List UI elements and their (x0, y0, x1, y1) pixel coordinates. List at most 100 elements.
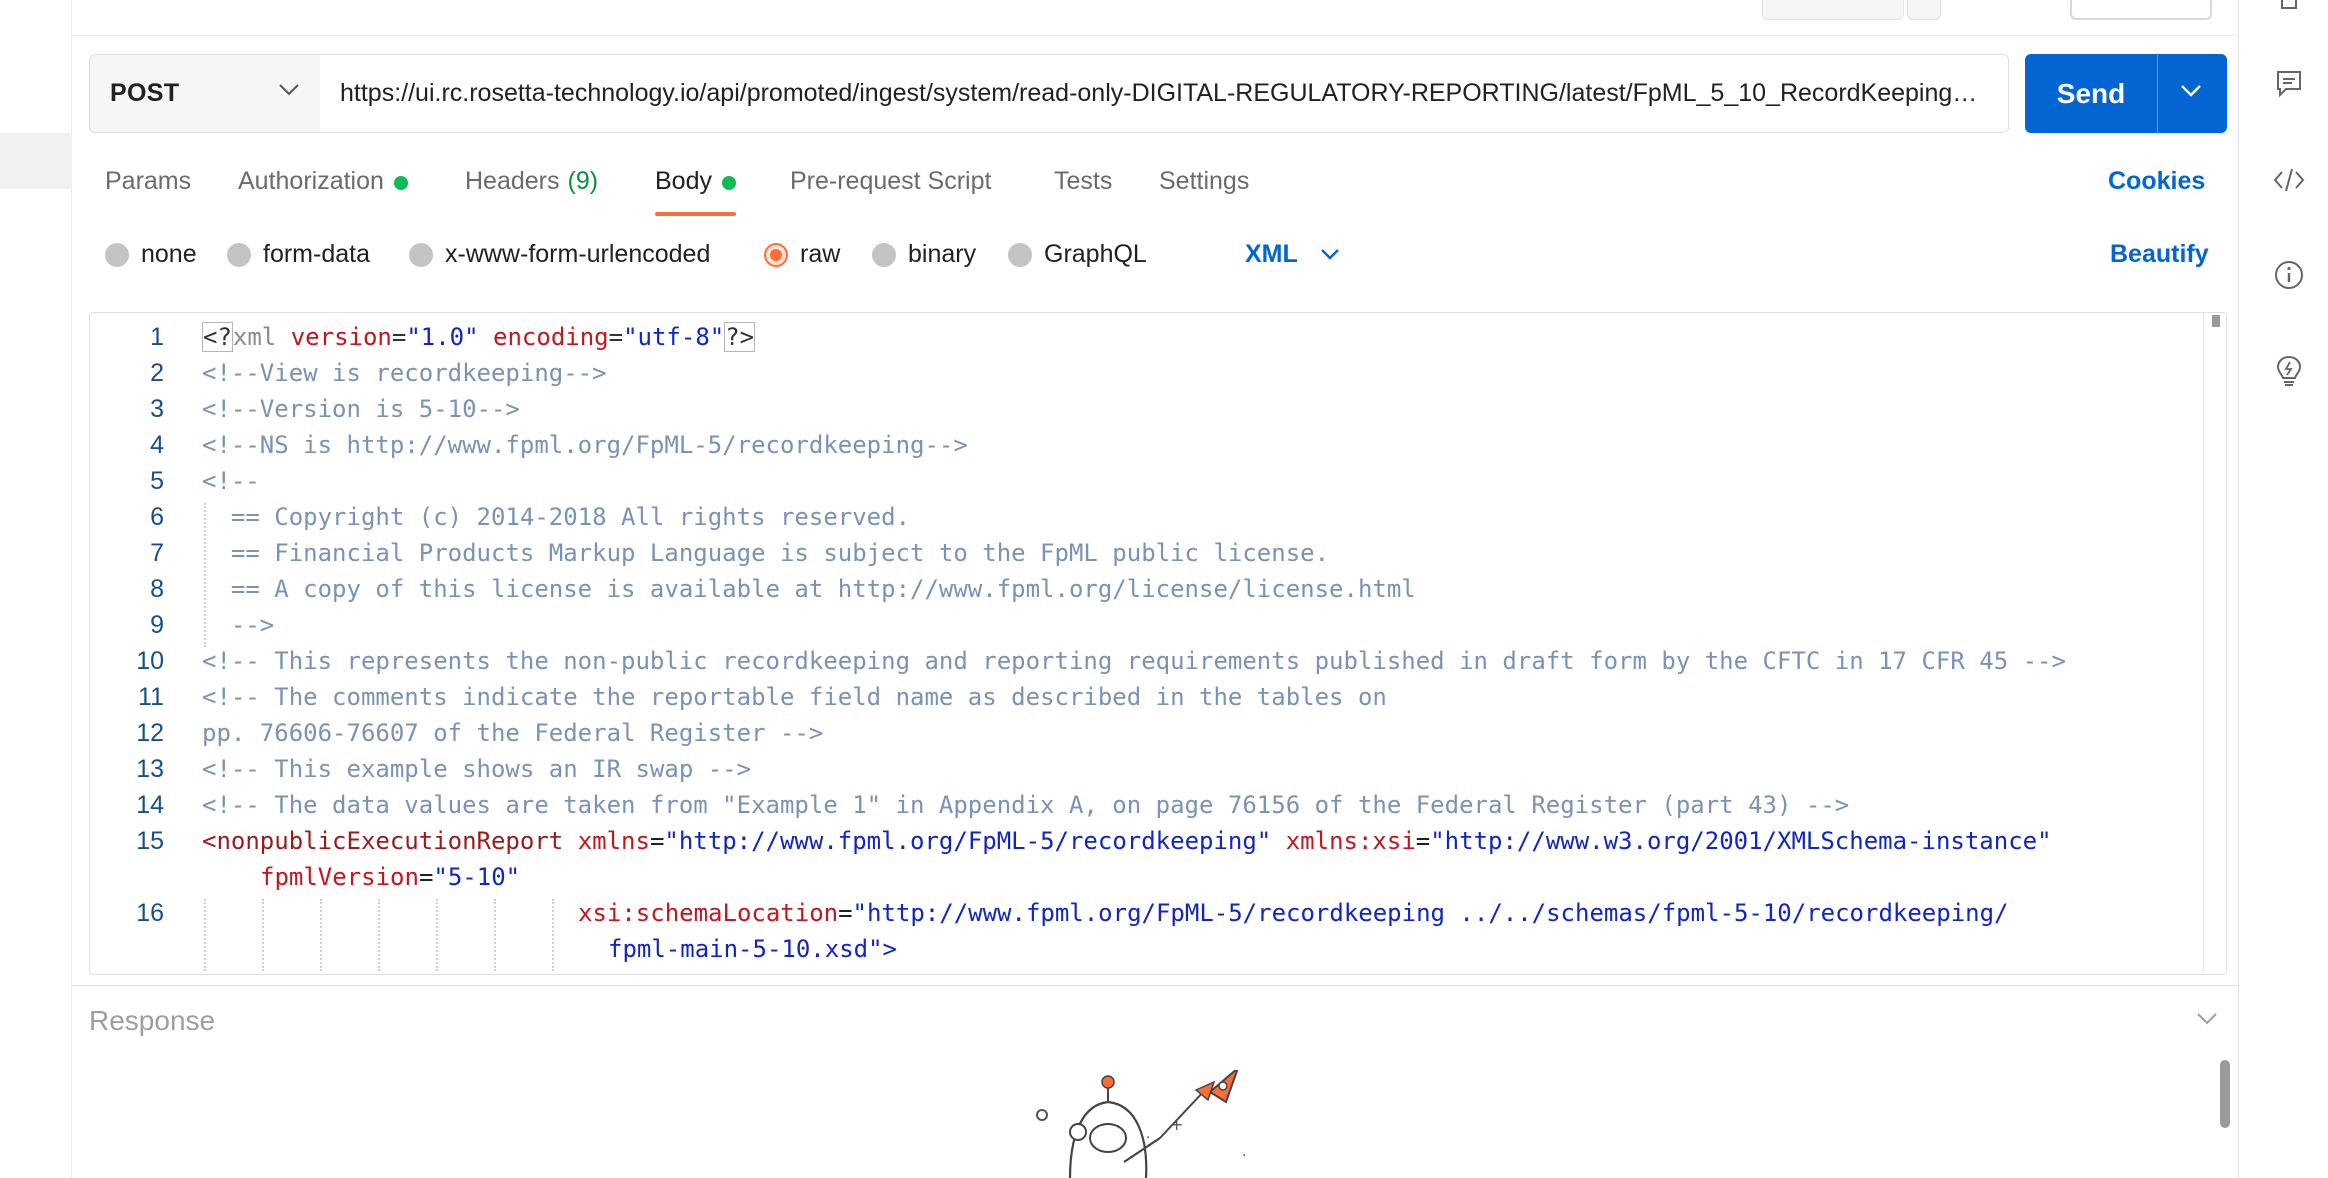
code-text: <nonpublicExecutionReport xmlns="http://… (202, 827, 2052, 855)
code-text: xsi:schemaLocation="http://www.fpml.org/… (578, 899, 2009, 927)
radio-none[interactable]: none (105, 240, 197, 269)
editor-scrollbar[interactable] (2203, 313, 2226, 974)
sidebar-selected-item[interactable] (0, 133, 72, 189)
tab-tests[interactable]: Tests (1054, 160, 1112, 216)
line-number: 5 (150, 467, 164, 495)
code-comment: <!-- The comments indicate the reportabl… (202, 683, 1387, 711)
attr-value: "5-10" (433, 863, 521, 891)
radio-label: raw (800, 240, 841, 268)
send-label: Send (2056, 77, 2126, 109)
radio-label: GraphQL (1044, 240, 1147, 268)
indent-guide (378, 899, 380, 971)
status-dot (721, 176, 736, 190)
toolbar-chip[interactable] (2070, 0, 2212, 20)
attr-value: "http://www.fpml.org/FpML-5/recordkeepin… (852, 899, 2009, 927)
documentation-icon[interactable] (2272, 0, 2306, 14)
tab-body[interactable]: Body (655, 160, 736, 216)
scrollbar-thumb[interactable] (2220, 1060, 2230, 1128)
line-number: 14 (136, 791, 164, 819)
indent-guide (494, 899, 496, 971)
raw-language-value: XML (1245, 240, 1298, 268)
scrollbar-thumb[interactable] (2212, 315, 2220, 327)
line-number: 12 (136, 719, 164, 747)
indent-guide (436, 899, 438, 971)
tab-authorization[interactable]: Authorization (238, 160, 408, 216)
pi-name: xml (232, 323, 277, 351)
postman-request-view: POST https://ui.rc.rosetta-technology.io… (0, 0, 2328, 1178)
lightbulb-icon[interactable] (2272, 354, 2306, 388)
code-comment: == Copyright (c) 2014-2018 All rights re… (202, 503, 911, 531)
code-icon[interactable] (2272, 163, 2306, 197)
tab-pre-request-script[interactable]: Pre-request Script (790, 160, 991, 216)
send-options-chevron-icon[interactable] (2180, 84, 2202, 98)
comment-icon[interactable] (2272, 66, 2306, 100)
code-comment: pp. 76606-76607 of the Federal Register … (202, 719, 824, 747)
indent-guide (204, 899, 206, 971)
tab-label: Headers (465, 167, 560, 195)
chevron-down-icon (1320, 249, 1339, 260)
request-tabs: Params Authorization Headers (9) Body Pre… (72, 160, 2238, 216)
pi-close: ?> (724, 322, 756, 352)
code-comment: <!-- (202, 467, 260, 495)
chevron-down-icon (279, 84, 299, 96)
tab-label: Pre-request Script (790, 167, 992, 195)
toolbar-chip[interactable] (1762, 0, 1904, 20)
tab-headers[interactable]: Headers (9) (465, 160, 598, 216)
cookies-link[interactable]: Cookies (2108, 167, 2205, 196)
response-divider[interactable] (72, 985, 2238, 986)
method-select[interactable]: POST (89, 54, 321, 133)
radio-form-data[interactable]: form-data (227, 240, 370, 269)
attr-value: "http://www.w3.org/2001/XMLSchema-instan… (1430, 827, 2052, 855)
code-editor[interactable]: 1 <?xml version="1.0" encoding="utf-8"?> … (89, 312, 2227, 975)
line-number: 1 (150, 323, 164, 351)
radio-label: none (141, 240, 197, 268)
tab-params[interactable]: Params (105, 160, 191, 216)
url-value: https://ui.rc.rosetta-technology.io/api/… (340, 79, 1988, 107)
beautify-link[interactable]: Beautify (2110, 240, 2209, 269)
code-punct: = (391, 323, 407, 351)
line-number: 2 (150, 359, 164, 387)
attr-name: encoding (493, 323, 609, 351)
tab-count: (9) (567, 167, 599, 195)
tab-label: Authorization (238, 167, 384, 195)
astronaut-rocket-illustration: + · · (1036, 1070, 1246, 1178)
radio-binary[interactable]: binary (872, 240, 976, 269)
method-value: POST (110, 79, 180, 107)
code-comment: --> (202, 611, 275, 639)
radio-x-www-form-urlencoded[interactable]: x-www-form-urlencoded (409, 240, 710, 269)
code-comment: <!--NS is http://www.fpml.org/FpML-5/rec… (202, 431, 968, 459)
send-button[interactable]: Send (2025, 54, 2227, 133)
toolbar-chip[interactable] (1907, 0, 1941, 20)
pi-open: <? (202, 322, 233, 352)
line-number: 4 (150, 431, 164, 459)
indent-guide (320, 899, 322, 971)
info-icon[interactable] (2272, 258, 2306, 292)
radio-graphql[interactable]: GraphQL (1008, 240, 1147, 269)
radio-circle (409, 242, 433, 267)
code-comment: <!-- This represents the non-public reco… (202, 647, 2066, 675)
radio-circle (105, 242, 129, 267)
attr-name: xsi:schemaLocation (578, 899, 839, 927)
tab-label: Settings (1159, 167, 1250, 195)
radio-raw[interactable]: raw (764, 240, 840, 269)
chevron-down-icon[interactable] (2196, 1012, 2218, 1026)
line-number: 7 (150, 539, 164, 567)
attr-value: "http://www.fpml.org/FpML-5/recordkeepin… (664, 827, 1272, 855)
url-input[interactable]: https://ui.rc.rosetta-technology.io/api/… (320, 54, 2009, 133)
radio-circle (227, 242, 251, 267)
line-number: 11 (138, 683, 164, 711)
tab-label: Body (655, 167, 712, 195)
code-comment: == Financial Products Markup Language is… (202, 539, 1330, 567)
code-comment: <!--View is recordkeeping--> (202, 359, 607, 387)
raw-language-select[interactable]: XML (1245, 240, 1340, 269)
radio-label: form-data (263, 240, 370, 268)
attr-name: xmlns:xsi (1285, 827, 1416, 855)
line-number: 10 (136, 647, 164, 675)
line-number: 16 (136, 899, 164, 927)
line-number: 15 (136, 827, 164, 855)
code-comment: <!-- This example shows an IR swap --> (202, 755, 752, 783)
radio-label: x-www-form-urlencoded (445, 240, 711, 268)
svg-text:+: + (1170, 1115, 1183, 1134)
tab-settings[interactable]: Settings (1159, 160, 1249, 216)
response-scrollbar[interactable] (2218, 1060, 2230, 1178)
